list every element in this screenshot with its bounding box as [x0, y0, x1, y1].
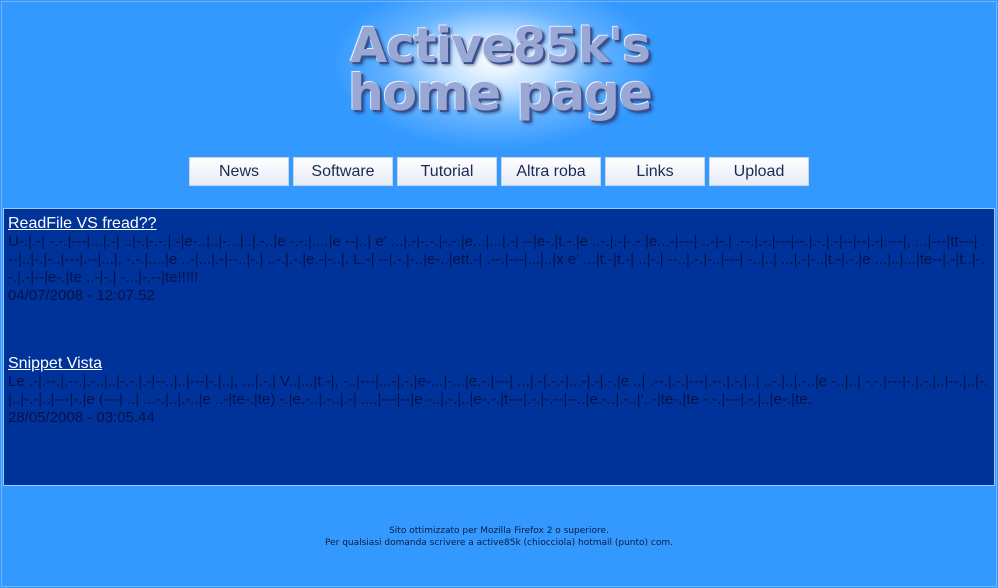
news-post: Snippet Vista Le .-|.--.|.--.|.-..|..|-.…	[8, 354, 990, 427]
news-panel: ReadFile VS fread?? U-.|.-| -.-.|---|...…	[3, 208, 995, 486]
nav-software[interactable]: Software	[293, 157, 393, 186]
post-title-link[interactable]: ReadFile VS fread??	[8, 214, 157, 233]
post-body: Le .-|.--.|.--.|.-..|..|-.-.|.-|--..|..|…	[8, 373, 988, 408]
nav-upload[interactable]: Upload	[709, 157, 809, 186]
post-date: 28/05/2008 - 03:05.44	[8, 409, 155, 426]
nav-tutorial[interactable]: Tutorial	[397, 157, 497, 186]
logo-title-line2: home page	[348, 64, 653, 122]
footer-browser-note: Sito ottimizzato per Mozilla Firefox 2 o…	[389, 526, 609, 536]
nav-news[interactable]: News	[189, 157, 289, 186]
post-body: U-.|.-| -.-.|---|...|.-| ..|-.|-.-.|.-|e…	[8, 233, 986, 286]
post-date: 04/07/2008 - 12:07.52	[8, 287, 155, 304]
footer: Sito ottimizzato per Mozilla Firefox 2 o…	[0, 525, 998, 549]
post-title-link[interactable]: Snippet Vista	[8, 354, 102, 373]
news-post: ReadFile VS fread?? U-.|.-| -.-.|---|...…	[8, 214, 990, 305]
footer-contact-note: Per qualsiasi domanda scrivere a active8…	[324, 538, 673, 548]
nav-altra-roba[interactable]: Altra roba	[501, 157, 601, 186]
main-nav: News Software Tutorial Altra roba Links …	[189, 157, 809, 186]
nav-links[interactable]: Links	[605, 157, 705, 186]
